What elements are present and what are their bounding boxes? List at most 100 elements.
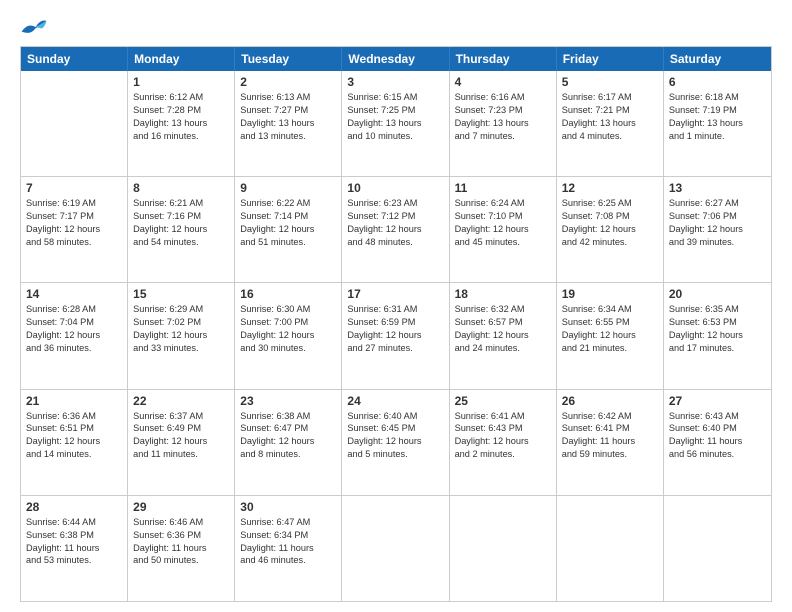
cell-info-line: Sunset: 7:27 PM — [240, 104, 336, 117]
cell-info-line: and 50 minutes. — [133, 554, 229, 567]
day-number: 14 — [26, 287, 122, 301]
cell-info-line: Sunrise: 6:27 AM — [669, 197, 766, 210]
cell-info-line: and 39 minutes. — [669, 236, 766, 249]
day-number: 24 — [347, 394, 443, 408]
calendar-cell-day-18: 18Sunrise: 6:32 AMSunset: 6:57 PMDayligh… — [450, 283, 557, 388]
calendar-cell-day-20: 20Sunrise: 6:35 AMSunset: 6:53 PMDayligh… — [664, 283, 771, 388]
day-number: 5 — [562, 75, 658, 89]
cell-info-line: Daylight: 12 hours — [240, 329, 336, 342]
cell-info-line: and 24 minutes. — [455, 342, 551, 355]
cell-info-line: Daylight: 12 hours — [26, 223, 122, 236]
cell-info-line: Sunset: 6:40 PM — [669, 422, 766, 435]
cell-info-line: and 51 minutes. — [240, 236, 336, 249]
cell-info-line: Daylight: 11 hours — [133, 542, 229, 555]
cell-info-line: Sunset: 7:23 PM — [455, 104, 551, 117]
day-number: 1 — [133, 75, 229, 89]
cell-info-line: Sunset: 6:36 PM — [133, 529, 229, 542]
day-number: 7 — [26, 181, 122, 195]
cell-info-line: Sunset: 6:43 PM — [455, 422, 551, 435]
cell-info-line: Sunrise: 6:19 AM — [26, 197, 122, 210]
calendar-cell-day-30: 30Sunrise: 6:47 AMSunset: 6:34 PMDayligh… — [235, 496, 342, 601]
calendar-cell-day-15: 15Sunrise: 6:29 AMSunset: 7:02 PMDayligh… — [128, 283, 235, 388]
cell-info-line: Sunset: 6:59 PM — [347, 316, 443, 329]
cell-info-line: and 48 minutes. — [347, 236, 443, 249]
cell-info-line: Sunrise: 6:32 AM — [455, 303, 551, 316]
weekday-header-thursday: Thursday — [450, 47, 557, 71]
cell-info-line: Sunset: 7:06 PM — [669, 210, 766, 223]
calendar-row-5: 28Sunrise: 6:44 AMSunset: 6:38 PMDayligh… — [21, 495, 771, 601]
cell-info-line: Sunset: 6:34 PM — [240, 529, 336, 542]
calendar-cell-day-16: 16Sunrise: 6:30 AMSunset: 7:00 PMDayligh… — [235, 283, 342, 388]
cell-info-line: Daylight: 12 hours — [347, 329, 443, 342]
cell-info-line: Sunset: 7:21 PM — [562, 104, 658, 117]
cell-info-line: Daylight: 12 hours — [562, 329, 658, 342]
calendar: SundayMondayTuesdayWednesdayThursdayFrid… — [20, 46, 772, 602]
day-number: 8 — [133, 181, 229, 195]
cell-info-line: Sunrise: 6:34 AM — [562, 303, 658, 316]
page: SundayMondayTuesdayWednesdayThursdayFrid… — [0, 0, 792, 612]
day-number: 23 — [240, 394, 336, 408]
day-number: 9 — [240, 181, 336, 195]
cell-info-line: Daylight: 12 hours — [240, 223, 336, 236]
day-number: 2 — [240, 75, 336, 89]
cell-info-line: Sunrise: 6:12 AM — [133, 91, 229, 104]
cell-info-line: Sunrise: 6:46 AM — [133, 516, 229, 529]
cell-info-line: and 30 minutes. — [240, 342, 336, 355]
day-number: 3 — [347, 75, 443, 89]
day-number: 22 — [133, 394, 229, 408]
cell-info-line: Sunset: 6:38 PM — [26, 529, 122, 542]
day-number: 25 — [455, 394, 551, 408]
calendar-cell-day-11: 11Sunrise: 6:24 AMSunset: 7:10 PMDayligh… — [450, 177, 557, 282]
cell-info-line: Sunset: 7:19 PM — [669, 104, 766, 117]
cell-info-line: Daylight: 12 hours — [240, 435, 336, 448]
cell-info-line: Sunset: 6:41 PM — [562, 422, 658, 435]
cell-info-line: Sunrise: 6:29 AM — [133, 303, 229, 316]
logo-bird-icon — [20, 16, 48, 38]
cell-info-line: and 4 minutes. — [562, 130, 658, 143]
cell-info-line: Daylight: 12 hours — [133, 329, 229, 342]
weekday-header-monday: Monday — [128, 47, 235, 71]
cell-info-line: Sunrise: 6:47 AM — [240, 516, 336, 529]
cell-info-line: Sunrise: 6:15 AM — [347, 91, 443, 104]
cell-info-line: and 7 minutes. — [455, 130, 551, 143]
cell-info-line: Sunset: 7:00 PM — [240, 316, 336, 329]
calendar-cell-day-9: 9Sunrise: 6:22 AMSunset: 7:14 PMDaylight… — [235, 177, 342, 282]
cell-info-line: Daylight: 13 hours — [240, 117, 336, 130]
calendar-cell-day-27: 27Sunrise: 6:43 AMSunset: 6:40 PMDayligh… — [664, 390, 771, 495]
cell-info-line: and 11 minutes. — [133, 448, 229, 461]
cell-info-line: Daylight: 12 hours — [347, 435, 443, 448]
calendar-cell-day-14: 14Sunrise: 6:28 AMSunset: 7:04 PMDayligh… — [21, 283, 128, 388]
cell-info-line: Daylight: 11 hours — [562, 435, 658, 448]
calendar-cell-day-29: 29Sunrise: 6:46 AMSunset: 6:36 PMDayligh… — [128, 496, 235, 601]
cell-info-line: Sunrise: 6:17 AM — [562, 91, 658, 104]
calendar-cell-empty — [450, 496, 557, 601]
calendar-cell-day-24: 24Sunrise: 6:40 AMSunset: 6:45 PMDayligh… — [342, 390, 449, 495]
calendar-header: SundayMondayTuesdayWednesdayThursdayFrid… — [21, 47, 771, 71]
cell-info-line: and 21 minutes. — [562, 342, 658, 355]
day-number: 12 — [562, 181, 658, 195]
calendar-row-1: 1Sunrise: 6:12 AMSunset: 7:28 PMDaylight… — [21, 71, 771, 176]
cell-info-line: Sunrise: 6:18 AM — [669, 91, 766, 104]
weekday-header-sunday: Sunday — [21, 47, 128, 71]
cell-info-line: Daylight: 13 hours — [455, 117, 551, 130]
calendar-row-2: 7Sunrise: 6:19 AMSunset: 7:17 PMDaylight… — [21, 176, 771, 282]
day-number: 17 — [347, 287, 443, 301]
cell-info-line: Sunset: 7:08 PM — [562, 210, 658, 223]
day-number: 13 — [669, 181, 766, 195]
cell-info-line: Sunrise: 6:40 AM — [347, 410, 443, 423]
cell-info-line: and 58 minutes. — [26, 236, 122, 249]
cell-info-line: Sunset: 7:17 PM — [26, 210, 122, 223]
calendar-cell-day-12: 12Sunrise: 6:25 AMSunset: 7:08 PMDayligh… — [557, 177, 664, 282]
calendar-cell-day-28: 28Sunrise: 6:44 AMSunset: 6:38 PMDayligh… — [21, 496, 128, 601]
cell-info-line: and 27 minutes. — [347, 342, 443, 355]
cell-info-line: Sunrise: 6:22 AM — [240, 197, 336, 210]
cell-info-line: Daylight: 11 hours — [26, 542, 122, 555]
cell-info-line: and 46 minutes. — [240, 554, 336, 567]
day-number: 27 — [669, 394, 766, 408]
calendar-cell-day-22: 22Sunrise: 6:37 AMSunset: 6:49 PMDayligh… — [128, 390, 235, 495]
calendar-cell-empty — [664, 496, 771, 601]
calendar-cell-day-4: 4Sunrise: 6:16 AMSunset: 7:23 PMDaylight… — [450, 71, 557, 176]
day-number: 10 — [347, 181, 443, 195]
cell-info-line: Sunrise: 6:28 AM — [26, 303, 122, 316]
calendar-cell-day-8: 8Sunrise: 6:21 AMSunset: 7:16 PMDaylight… — [128, 177, 235, 282]
